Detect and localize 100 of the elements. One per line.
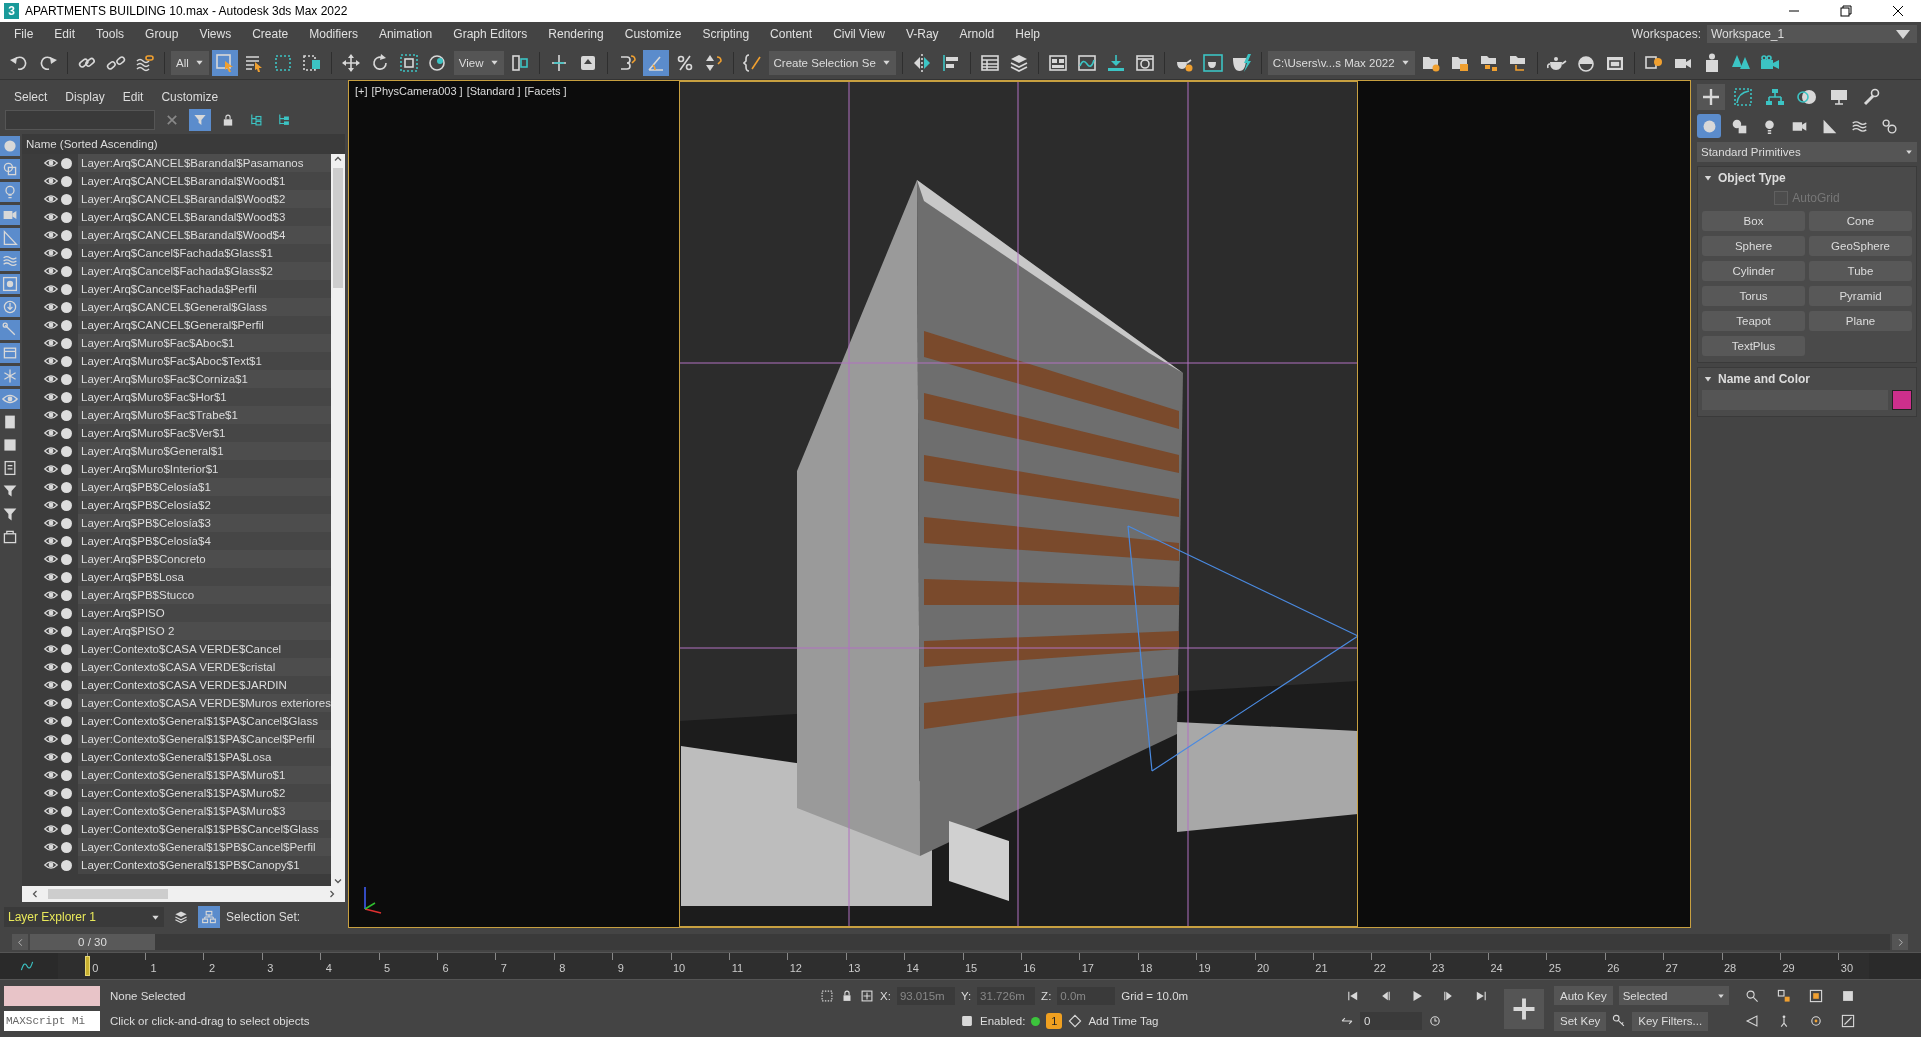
layer-name[interactable]: Layer:Arq$PB$Celosía$4 — [78, 532, 331, 550]
layer-name[interactable]: Layer:Contexto$General$1$PA$Muro$2 — [78, 784, 331, 802]
layer-name[interactable]: Layer:Contexto$General$1$PA$Muro$1 — [78, 766, 331, 784]
frame-field[interactable]: 0 — [1360, 1012, 1422, 1031]
menu-item[interactable]: File — [4, 27, 45, 41]
key-filters-button[interactable]: Key Filters... — [1632, 1011, 1709, 1031]
menu-item[interactable]: Help — [1005, 27, 1051, 41]
layer-name[interactable]: Layer:Contexto$General$1$PA$Losa — [78, 748, 331, 766]
menu-item[interactable]: Rendering — [538, 27, 615, 41]
layer-name[interactable]: Layer:Contexto$General$1$PB$Canopy$1 — [78, 856, 331, 874]
menu-item[interactable]: Customize — [614, 27, 693, 41]
menu-item[interactable]: Civil View — [823, 27, 896, 41]
menu-item[interactable]: Graph Editors — [443, 27, 539, 41]
explorer-menu-item[interactable]: Display — [65, 90, 105, 104]
menu-item[interactable]: Scripting — [692, 27, 761, 41]
layer-name[interactable]: Layer:Arq$PISO — [78, 604, 331, 622]
layer-name[interactable]: Layer:Contexto$General$1$PA$Cancel$Glass — [78, 712, 331, 730]
frame-number: 26 — [1607, 962, 1620, 974]
viewport-label[interactable]: [Facets ] — [524, 85, 567, 97]
frame-number: 17 — [1081, 962, 1094, 974]
menu-item[interactable]: Arnold — [949, 27, 1006, 41]
layer-name[interactable]: Layer:Arq$PB$Losa — [78, 568, 331, 586]
primitive-button[interactable]: Pyramid — [1809, 286, 1912, 306]
menu-item[interactable]: Animation — [368, 27, 444, 41]
layer-name[interactable]: Layer:Arq$PB$Stucco — [78, 586, 331, 604]
viewport-label[interactable]: [Standard ] — [466, 85, 521, 97]
primitive-button[interactable]: Torus — [1702, 286, 1805, 306]
layer-name[interactable]: Layer:Arq$PB$Celosía$2 — [78, 496, 331, 514]
rollout-title[interactable]: Name and Color — [1718, 372, 1810, 386]
category-dropdown[interactable]: Standard Primitives — [1697, 142, 1917, 162]
toolbar-dropdown[interactable]: All — [171, 50, 209, 75]
layer-name[interactable]: Layer:Contexto$General$1$PA$Cancel$Perfil — [78, 730, 331, 748]
layer-name[interactable]: Layer:Arq$Muro$General$1 — [78, 442, 331, 460]
menu-item[interactable]: Content — [760, 27, 824, 41]
layer-name[interactable]: Layer:Arq$CANCEL$Barandal$Wood$4 — [78, 226, 331, 244]
layer-name[interactable]: Layer:Arq$Muro$Fac$Trabe$1 — [78, 406, 331, 424]
layer-name[interactable]: Layer:Arq$CANCEL$Barandal$Wood$2 — [78, 190, 331, 208]
menu-item[interactable]: Tools — [86, 27, 136, 41]
explorer-menu-item[interactable]: Select — [14, 90, 48, 104]
layer-name[interactable]: Layer:Arq$CANCEL$Barandal$Wood$3 — [78, 208, 331, 226]
layer-name[interactable]: Layer:Arq$Muro$Fac$Hor$1 — [78, 388, 331, 406]
layer-name[interactable]: Layer:Arq$CANCEL$Barandal$Pasamanos — [78, 154, 331, 172]
primitive-button[interactable]: Box — [1702, 211, 1805, 231]
viewport-label[interactable]: [PhysCamera003 ] — [371, 85, 463, 97]
primitive-button[interactable]: GeoSphere — [1809, 236, 1912, 256]
layer-name[interactable]: Layer:Arq$Muro$Interior$1 — [78, 460, 331, 478]
primitive-button[interactable]: Teapot — [1702, 311, 1805, 331]
layer-name[interactable]: Layer:Arq$CANCEL$Barandal$Wood$1 — [78, 172, 331, 190]
explorer-menu-item[interactable]: Edit — [122, 90, 144, 104]
layer-name[interactable]: Layer:Contexto$CASA VERDE$Cancel — [78, 640, 331, 658]
primitive-button[interactable]: Cylinder — [1702, 261, 1805, 281]
layer-name[interactable]: Layer:Arq$PB$Celosía$1 — [78, 478, 331, 496]
time-slider[interactable]: 0 / 30 — [30, 934, 1890, 950]
primitive-button[interactable]: Tube — [1809, 261, 1912, 281]
layer-name[interactable]: Layer:Arq$Cancel$Fachada$Glass$1 — [78, 244, 331, 262]
maxscript-field[interactable]: MAXScript Mi — [4, 1011, 100, 1032]
layer-name[interactable]: Layer:Arq$Muro$Fac$Ver$1 — [78, 424, 331, 442]
layer-name[interactable]: Layer:Contexto$General$1$PB$Cancel$Glass — [78, 820, 331, 838]
menu-item[interactable]: Views — [189, 27, 243, 41]
layer-name[interactable]: Layer:Arq$Muro$Fac$Corniza$1 — [78, 370, 331, 388]
workspace-dropdown[interactable]: Workspace_1 — [1707, 25, 1917, 43]
layer-name[interactable]: Layer:Arq$PISO 2 — [78, 622, 331, 640]
layer-name[interactable]: Layer:Contexto$CASA VERDE$JARDIN — [78, 676, 331, 694]
layer-name[interactable]: Layer:Contexto$General$1$PB$Cancel$Perfil — [78, 838, 331, 856]
layer-name[interactable]: Layer:Arq$CANCEL$General$Perfil — [78, 316, 331, 334]
layer-name[interactable]: Layer:Arq$Muro$Fac$Aboc$1 — [78, 334, 331, 352]
layer-name[interactable]: Layer:Contexto$General$1$PA$Muro$3 — [78, 802, 331, 820]
menu-item[interactable]: Modifiers — [299, 27, 369, 41]
primitive-button[interactable]: TextPlus — [1702, 336, 1805, 356]
toolbar-dropdown[interactable]: View — [453, 50, 504, 75]
rollout-title[interactable]: Object Type — [1718, 171, 1786, 185]
set-key-mode-button[interactable]: Set Key — [1554, 1011, 1607, 1031]
frame-number: 3 — [267, 962, 274, 974]
coordinate-label: X: — [880, 989, 891, 1002]
menu-item[interactable]: Create — [242, 27, 300, 41]
menu-item[interactable]: Group — [135, 27, 190, 41]
primitive-button[interactable]: Cone — [1809, 211, 1912, 231]
auto-key-button[interactable]: Auto Key — [1554, 986, 1613, 1006]
layer-name[interactable]: Layer:Arq$PB$Celosía$3 — [78, 514, 331, 532]
frame-number: 12 — [789, 962, 802, 974]
track-bar[interactable]: 0 1 2 3 4 5 6 7 8 9 10 11 12 13 14 15 16 17 18 19 20 21 22 23 24 25 26 27 28 29 30 — [58, 953, 1869, 979]
primitive-button[interactable]: Plane — [1809, 311, 1912, 331]
layer-name[interactable]: Layer:Arq$Muro$Fac$Aboc$Text$1 — [78, 352, 331, 370]
layer-name[interactable]: Layer:Arq$Cancel$Fachada$Perfil — [78, 280, 331, 298]
layer-name[interactable]: Layer:Arq$Cancel$Fachada$Glass$2 — [78, 262, 331, 280]
toolbar-dropdown[interactable]: Create Selection Se — [768, 50, 896, 75]
toolbar-dropdown[interactable]: C:\Users\v...s Max 2022 — [1267, 50, 1415, 75]
menu-item[interactable]: V-Ray — [895, 27, 950, 41]
explorer-menu-item[interactable]: Customize — [161, 90, 219, 104]
layer-name[interactable]: Layer:Arq$CANCEL$General$Glass — [78, 298, 331, 316]
time-slider-thumb[interactable]: 0 / 30 — [30, 934, 155, 950]
primitive-button[interactable]: Sphere — [1702, 236, 1805, 256]
viewport-label[interactable]: [+] — [355, 85, 368, 97]
explorer-dropdown[interactable]: Layer Explorer 1 — [4, 907, 164, 927]
menu-item[interactable]: Edit — [44, 27, 87, 41]
key-mode-dropdown[interactable]: Selected — [1618, 986, 1729, 1006]
window-title: APARTMENTS BUILDING 10.max - Autodesk 3ds Max 2022 — [25, 4, 349, 18]
layer-name[interactable]: Layer:Arq$PB$Concreto — [78, 550, 331, 568]
layer-name[interactable]: Layer:Contexto$CASA VERDE$cristal — [78, 658, 331, 676]
layer-name[interactable]: Layer:Contexto$CASA VERDE$Muros exteriores — [78, 694, 331, 712]
